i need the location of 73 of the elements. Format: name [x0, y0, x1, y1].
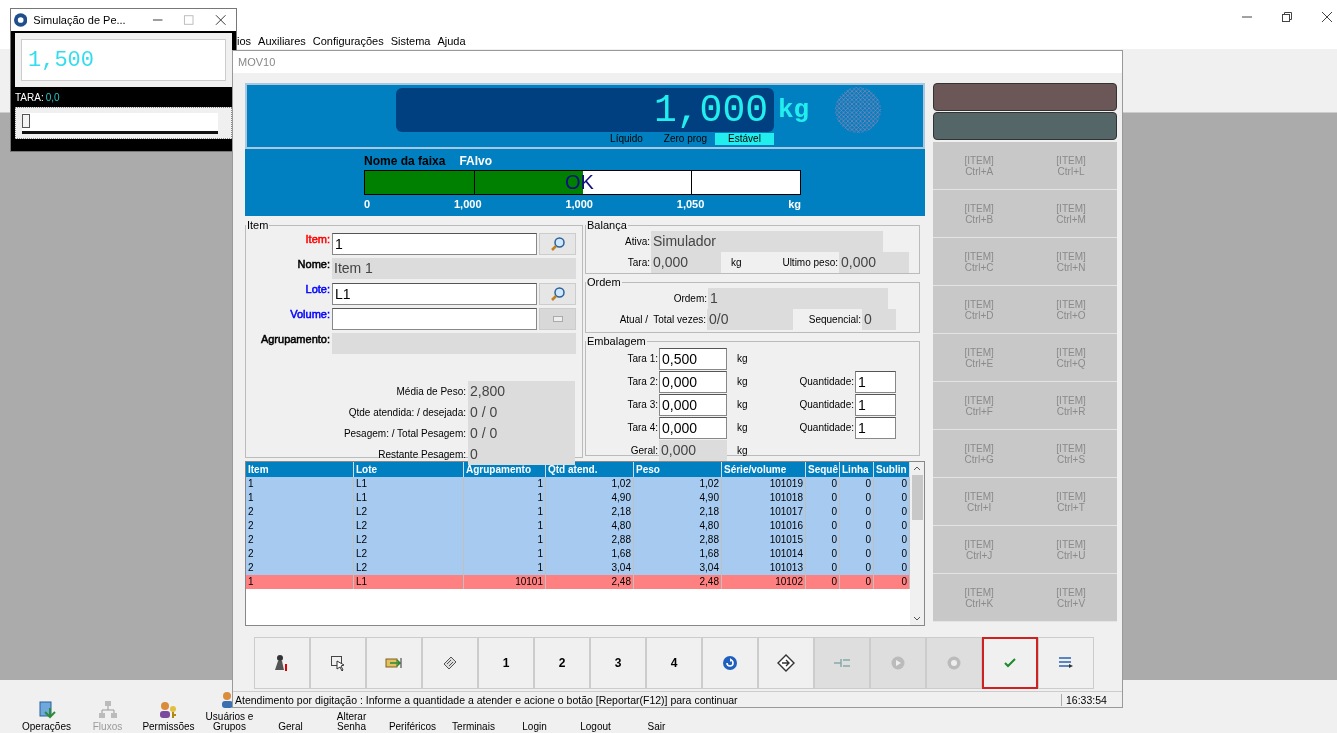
unit-label: kg: [737, 399, 749, 410]
table-cell: L1: [354, 575, 464, 589]
scale-tick-label: 1,000: [454, 198, 482, 210]
table-cell: 1: [246, 575, 354, 589]
scale-tick-label: 0: [364, 198, 371, 210]
field-label: Nome:: [296, 257, 330, 270]
field-label: Agrupamento:: [259, 332, 330, 345]
field-label: Volume:: [289, 307, 330, 320]
field-label: Sequencial:: [807, 314, 861, 325]
field-label: Tara 2:: [626, 376, 658, 387]
unit-label: kg: [737, 445, 749, 456]
unit-label: kg: [737, 422, 749, 433]
readonly-field: 2,800: [468, 381, 575, 402]
field-label: Qtde atendida: / desejada:: [347, 407, 466, 418]
readonly-field: 1: [708, 288, 888, 309]
field-label: Pesagem: / Total Pesagem:: [342, 428, 466, 439]
field-label: Ultimo peso:: [781, 257, 838, 268]
field-label: Total vezes:: [652, 314, 706, 325]
field-label: Atual /: [618, 314, 648, 325]
readonly-field: Item 1: [332, 258, 576, 279]
readonly-field: 0,000: [839, 252, 909, 273]
scale-tick-label: 1,000: [565, 198, 593, 210]
weight-reading: 1,500: [21, 39, 226, 81]
field-label: Tara 3:: [626, 399, 658, 410]
readonly-field: 0 / 0: [468, 402, 575, 423]
readonly-field: 0 / 0: [468, 423, 575, 444]
field-label: Tara 4:: [626, 422, 658, 433]
unit-label: kg: [731, 257, 743, 268]
range-name: FAlvo: [459, 154, 493, 168]
readonly-field: 0,000: [659, 440, 727, 461]
table-cell: 10102: [722, 575, 806, 589]
field-label: Quantidade:: [798, 422, 854, 433]
field-label: Tara 1:: [626, 353, 658, 364]
unit-label: kg: [778, 95, 810, 125]
tare-value: 0,0: [45, 91, 60, 103]
group-title: Balança: [586, 219, 628, 231]
field-label: Quantidade:: [798, 376, 854, 387]
field-label: Ordem:: [672, 293, 707, 304]
readonly-field: 0: [862, 309, 896, 330]
group-title: Embalagem: [586, 335, 647, 347]
group-title: Item: [246, 219, 270, 231]
readonly-field: 0: [468, 444, 575, 465]
window-title: MOV10: [238, 56, 276, 68]
group-title: Ordem: [586, 276, 622, 288]
readonly-field: 0/0: [707, 309, 793, 330]
status-indicator: Líquido: [609, 133, 644, 145]
table-cell: 2,48: [546, 575, 634, 589]
field-label: Lote:: [304, 282, 330, 295]
range-label: Nome da faixa: [364, 154, 446, 168]
table-cell: 0: [840, 575, 874, 589]
unit-label: kg: [737, 353, 749, 364]
field-label: Restante Pesagem:: [377, 449, 466, 460]
readonly-field: 0,000: [651, 252, 721, 273]
field-label: Ativa:: [624, 236, 650, 247]
status-message: Atendimento por digitação : Informe a quantidade a atender e acione o botão [Reportar(F12)] para continuar: [234, 694, 739, 706]
field-label: Tara:: [626, 257, 650, 268]
tare-label: TARA:: [15, 91, 44, 103]
scale-tick-label: 1,050: [676, 198, 705, 210]
window-title: Simulação de Pe...: [33, 14, 126, 26]
status-indicator: Zero prog: [662, 133, 709, 145]
status-indicator: Estável: [715, 133, 774, 145]
unit-label: kg: [737, 376, 749, 387]
table-cell: 10101: [464, 575, 546, 589]
field-label: Média de Peso:: [395, 386, 466, 397]
scale-tick-label: kg: [788, 198, 801, 210]
weight-reading: 1,000: [653, 88, 768, 132]
table-cell: 0: [806, 575, 840, 589]
field-label: Geral:: [629, 445, 658, 456]
readonly-field: Simulador: [651, 231, 883, 252]
table-cell: 2,48: [634, 575, 722, 589]
field-label: Quantidade:: [798, 399, 854, 410]
status-time: 16:33:54: [1061, 694, 1122, 706]
field-label: Item:: [304, 232, 330, 245]
